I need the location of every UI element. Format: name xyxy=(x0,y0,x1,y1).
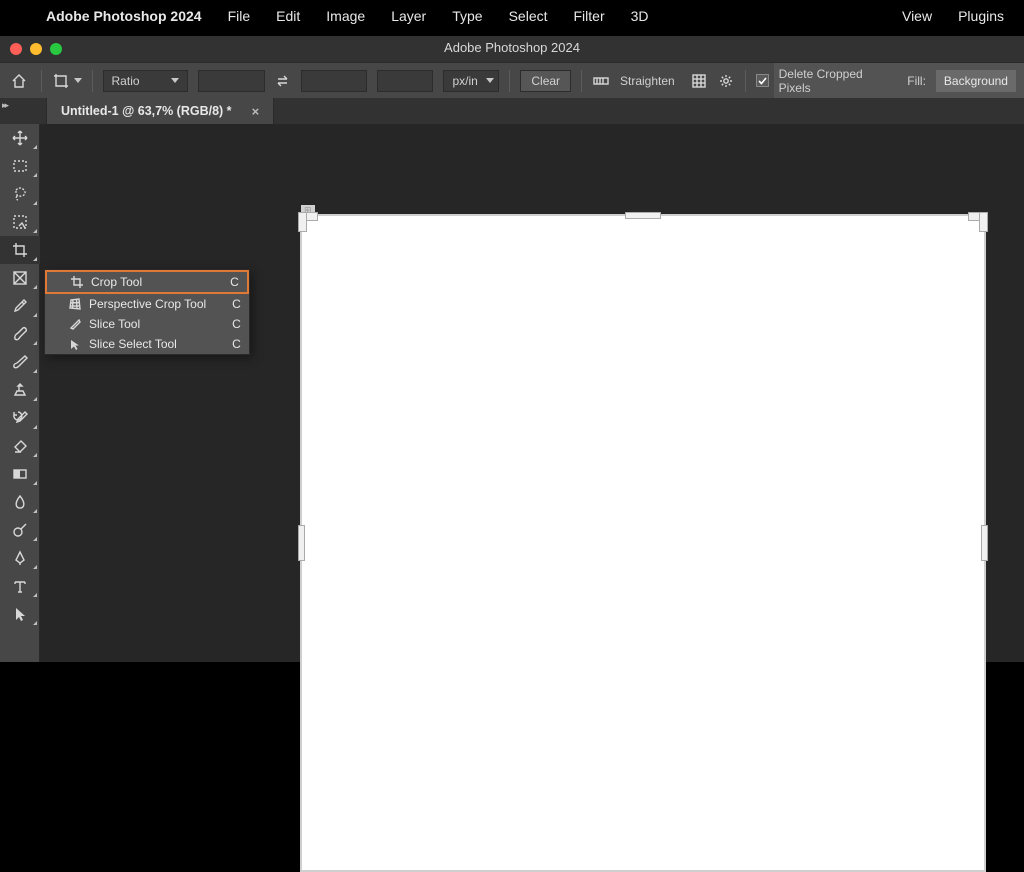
crop-handle-top-right[interactable] xyxy=(979,212,988,232)
tools-panel xyxy=(0,124,40,662)
panel-collapse-handle[interactable]: ▸▸ xyxy=(2,100,7,111)
menu-image[interactable]: Image xyxy=(326,8,365,24)
flyout-item-slice-select[interactable]: Slice Select Tool C xyxy=(45,334,249,354)
crop-handle-top-left[interactable] xyxy=(298,212,307,232)
path-selection-tool[interactable] xyxy=(0,600,40,628)
document-tab-strip: Untitled-1 @ 63,7% (RGB/8) * × xyxy=(0,98,1024,124)
spot-healing-brush-tool[interactable] xyxy=(0,320,40,348)
home-button[interactable] xyxy=(8,69,31,93)
crop-icon xyxy=(69,275,85,289)
flyout-label: Slice Select Tool xyxy=(89,337,177,351)
fill-label: Fill: xyxy=(907,74,926,88)
blur-tool[interactable] xyxy=(0,488,40,516)
flyout-shortcut: C xyxy=(232,297,241,311)
canvas-viewport[interactable]: ⊞ xyxy=(300,214,986,872)
clone-stamp-tool[interactable] xyxy=(0,376,40,404)
document-tab-title: Untitled-1 @ 63,7% (RGB/8) * xyxy=(61,104,232,118)
flyout-label: Slice Tool xyxy=(89,317,140,331)
menu-layer[interactable]: Layer xyxy=(391,8,426,24)
perspective-crop-icon xyxy=(67,297,83,311)
menu-edit[interactable]: Edit xyxy=(276,8,300,24)
delete-cropped-checkbox[interactable] xyxy=(756,74,769,87)
fill-dropdown[interactable]: Background xyxy=(936,70,1016,92)
close-window-button[interactable] xyxy=(10,43,22,55)
crop-width-input[interactable] xyxy=(198,70,264,92)
flyout-shortcut: C xyxy=(230,275,239,289)
options-bar: Ratio px/in Clear Straighten Delete Cr xyxy=(0,62,1024,98)
app-menu[interactable]: Adobe Photoshop 2024 xyxy=(46,8,202,24)
flyout-shortcut: C xyxy=(232,337,241,351)
menu-view[interactable]: View xyxy=(902,8,932,24)
flyout-item-crop[interactable]: Crop Tool C xyxy=(47,272,247,292)
crop-preset-dropdown[interactable]: Ratio xyxy=(103,70,189,92)
menu-type[interactable]: Type xyxy=(452,8,482,24)
flyout-shortcut: C xyxy=(232,317,241,331)
crop-handle-right[interactable] xyxy=(981,525,988,561)
document-canvas[interactable]: ⊞ xyxy=(300,214,986,872)
eyedropper-tool[interactable] xyxy=(0,292,40,320)
crop-tool[interactable] xyxy=(0,236,40,264)
window-controls xyxy=(10,43,62,55)
minimize-window-button[interactable] xyxy=(30,43,42,55)
brush-tool[interactable] xyxy=(0,348,40,376)
dodge-tool[interactable] xyxy=(0,516,40,544)
history-brush-tool[interactable] xyxy=(0,404,40,432)
app-titlebar: Adobe Photoshop 2024 xyxy=(0,36,1024,62)
window-title: Adobe Photoshop 2024 xyxy=(444,40,580,55)
frame-tool[interactable] xyxy=(0,264,40,292)
app-window: Adobe Photoshop 2024 Ratio px/in Clear xyxy=(0,36,1024,662)
slice-select-icon xyxy=(67,337,83,351)
crop-height-input[interactable] xyxy=(301,70,367,92)
type-tool[interactable] xyxy=(0,572,40,600)
document-tab[interactable]: Untitled-1 @ 63,7% (RGB/8) * × xyxy=(46,98,274,124)
menu-file[interactable]: File xyxy=(228,8,251,24)
crop-options-gear-button[interactable] xyxy=(718,72,735,90)
rectangular-marquee-tool[interactable] xyxy=(0,152,40,180)
flyout-label: Perspective Crop Tool xyxy=(89,297,206,311)
crop-handle-left[interactable] xyxy=(298,525,305,561)
slice-icon xyxy=(67,317,83,331)
crop-resolution-input[interactable] xyxy=(377,70,434,92)
divider xyxy=(92,70,93,92)
overlay-options-button[interactable] xyxy=(691,72,708,90)
menu-3d[interactable]: 3D xyxy=(631,8,649,24)
straighten-icon[interactable] xyxy=(592,72,610,90)
work-area: Crop Tool C Perspective Crop Tool C Slic… xyxy=(0,124,1024,662)
clear-button[interactable]: Clear xyxy=(520,70,571,92)
menu-select[interactable]: Select xyxy=(509,8,548,24)
flyout-item-perspective-crop[interactable]: Perspective Crop Tool C xyxy=(45,294,249,314)
menu-plugins[interactable]: Plugins xyxy=(958,8,1004,24)
swap-dimensions-button[interactable] xyxy=(275,73,291,89)
crop-preset-value: Ratio xyxy=(112,74,140,88)
quick-selection-tool[interactable] xyxy=(0,208,40,236)
flyout-label: Crop Tool xyxy=(91,275,142,289)
lasso-tool[interactable] xyxy=(0,180,40,208)
divider xyxy=(745,70,746,92)
flyout-item-slice[interactable]: Slice Tool C xyxy=(45,314,249,334)
delete-cropped-label: Delete Cropped Pixels xyxy=(779,67,892,95)
move-tool[interactable] xyxy=(0,124,40,152)
divider xyxy=(509,70,510,92)
gradient-tool[interactable] xyxy=(0,460,40,488)
resolution-unit-dropdown[interactable]: px/in xyxy=(443,70,499,92)
eraser-tool[interactable] xyxy=(0,432,40,460)
close-tab-button[interactable]: × xyxy=(252,104,260,119)
menu-filter[interactable]: Filter xyxy=(574,8,605,24)
crop-tool-flyout: Crop Tool C Perspective Crop Tool C Slic… xyxy=(44,269,250,355)
crop-bounding-box[interactable] xyxy=(300,214,986,872)
macos-menubar: Adobe Photoshop 2024 File Edit Image Lay… xyxy=(0,0,1024,32)
pen-tool[interactable] xyxy=(0,544,40,572)
maximize-window-button[interactable] xyxy=(50,43,62,55)
straighten-button[interactable]: Straighten xyxy=(620,74,675,88)
divider xyxy=(581,70,582,92)
resolution-unit-value: px/in xyxy=(452,74,477,88)
tool-preset-picker[interactable] xyxy=(52,72,82,90)
divider xyxy=(41,70,42,92)
crop-handle-top[interactable] xyxy=(625,212,661,219)
